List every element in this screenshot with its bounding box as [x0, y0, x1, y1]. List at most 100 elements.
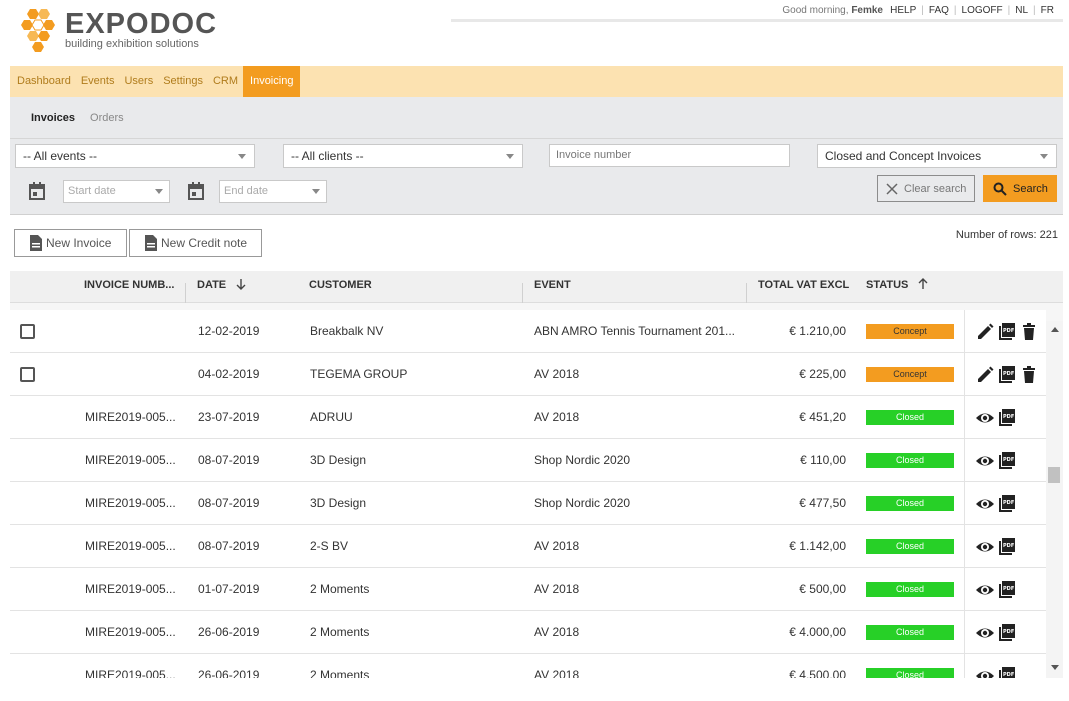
nav-invoicing[interactable]: Invoicing [243, 66, 301, 97]
eye-view-icon[interactable] [975, 666, 995, 679]
new-invoice-button[interactable]: New Invoice [14, 229, 127, 257]
scroll-up-arrow-icon[interactable] [1051, 327, 1059, 332]
pencil-edit-icon[interactable] [975, 365, 995, 385]
nav-events[interactable]: Events [76, 66, 120, 97]
pdf-icon[interactable]: PDF [997, 623, 1017, 643]
nav-dashboard[interactable]: Dashboard [10, 66, 76, 97]
event-cell: AV 2018 [534, 625, 580, 639]
honeycomb-logo-icon [21, 9, 55, 52]
eye-view-icon[interactable] [975, 537, 995, 557]
pdf-icon[interactable]: PDF [997, 666, 1017, 679]
document-icon [145, 235, 157, 251]
date-cell: 26-06-2019 [198, 625, 260, 639]
scroll-down-arrow-icon[interactable] [1051, 665, 1059, 670]
arrow-down-icon [236, 279, 246, 290]
eye-view-icon[interactable] [975, 580, 995, 600]
pdf-icon[interactable]: PDF [997, 322, 1017, 342]
table-row[interactable]: MIRE2019-005... 26-06-2019 2 Moments AV … [10, 611, 1046, 654]
status-badge: Concept [866, 367, 954, 382]
search-label: Search [1013, 182, 1048, 195]
logoff-link[interactable]: LOGOFF [957, 5, 1008, 16]
column-divider [746, 283, 747, 305]
column-divider [185, 283, 186, 305]
document-icon [30, 235, 42, 251]
invoice-table-body: 12-02-2019 Breakbalk NV ABN AMRO Tennis … [10, 310, 1046, 678]
language-nl-link[interactable]: NL [1010, 5, 1033, 16]
table-row[interactable]: MIRE2019-005... 08-07-2019 3D Design Sho… [10, 439, 1046, 482]
table-row[interactable]: MIRE2019-005... 26-06-2019 2 Moments AV … [10, 654, 1046, 678]
event-cell: ABN AMRO Tennis Tournament 201... [534, 324, 735, 338]
top-links: HELP | FAQ | LOGOFF | NL | FR [885, 5, 1059, 16]
date-cell: 04-02-2019 [198, 367, 260, 381]
invoice-number-input[interactable]: Invoice number [549, 144, 790, 167]
app-page: EXPODOC building exhibition solutions Go… [0, 0, 1069, 701]
column-invoice-number-label: INVOICE NUMB... [84, 279, 175, 291]
brand-tagline: building exhibition solutions [65, 38, 199, 50]
column-event-label: EVENT [534, 279, 571, 291]
row-checkbox[interactable] [20, 367, 35, 382]
svg-text:PDF: PDF [1003, 414, 1014, 420]
status-select-value: Closed and Concept Invoices [825, 149, 982, 163]
date-cell: 23-07-2019 [198, 410, 260, 424]
pdf-icon[interactable]: PDF [997, 494, 1017, 514]
pdf-icon[interactable]: PDF [997, 408, 1017, 428]
tab-orders[interactable]: Orders [90, 112, 124, 124]
help-link[interactable]: HELP [885, 5, 921, 16]
nav-settings[interactable]: Settings [158, 66, 208, 97]
customer-cell: TEGEMA GROUP [310, 367, 408, 381]
events-select[interactable]: -- All events -- [15, 144, 255, 168]
customer-cell: 3D Design [310, 496, 367, 510]
pdf-icon[interactable]: PDF [997, 580, 1017, 600]
table-row[interactable]: MIRE2019-005... 08-07-2019 3D Design Sho… [10, 482, 1046, 525]
date-cell: 08-07-2019 [198, 453, 260, 467]
total-cell: € 1.210,00 [789, 324, 846, 338]
end-date-input[interactable]: End date [219, 180, 327, 203]
date-cell: 26-06-2019 [198, 668, 260, 678]
trash-icon[interactable] [1019, 365, 1039, 385]
svg-text:PDF: PDF [1003, 500, 1014, 506]
status-select[interactable]: Closed and Concept Invoices [817, 144, 1057, 168]
clients-select[interactable]: -- All clients -- [283, 144, 523, 168]
table-row[interactable]: 12-02-2019 Breakbalk NV ABN AMRO Tennis … [10, 310, 1046, 353]
nav-users[interactable]: Users [119, 66, 158, 97]
eye-view-icon[interactable] [975, 623, 995, 643]
invoice-number-cell: MIRE2019-005... [85, 582, 176, 596]
trash-icon[interactable] [1019, 322, 1039, 342]
search-button[interactable]: Search [983, 175, 1057, 202]
calendar-icon[interactable] [188, 182, 204, 200]
table-row[interactable]: MIRE2019-005... 08-07-2019 2-S BV AV 201… [10, 525, 1046, 568]
event-cell: Shop Nordic 2020 [534, 496, 631, 510]
eye-view-icon[interactable] [975, 408, 995, 428]
total-cell: € 451,20 [799, 410, 846, 424]
column-invoice-number[interactable]: INVOICE NUMB... [84, 271, 186, 305]
column-customer[interactable]: CUSTOMER [309, 271, 523, 305]
clear-search-button[interactable]: Clear search [877, 175, 975, 202]
invoice-number-cell: MIRE2019-005... [85, 496, 176, 510]
tab-invoices[interactable]: Invoices [31, 112, 75, 124]
column-status[interactable]: STATUS [866, 271, 966, 303]
pdf-icon[interactable]: PDF [997, 537, 1017, 557]
pencil-edit-icon[interactable] [975, 322, 995, 342]
start-date-input[interactable]: Start date [63, 180, 170, 203]
new-credit-note-button[interactable]: New Credit note [129, 229, 262, 257]
scroll-thumb[interactable] [1048, 467, 1060, 483]
pdf-icon[interactable]: PDF [997, 365, 1017, 385]
eye-view-icon[interactable] [975, 451, 995, 471]
invoice-number-cell: MIRE2019-005... [85, 625, 176, 639]
row-actions: PDF [964, 654, 1046, 678]
nav-crm[interactable]: CRM [208, 66, 243, 97]
column-event[interactable]: EVENT [534, 271, 747, 305]
calendar-icon[interactable] [29, 182, 45, 200]
expodoc-logo[interactable]: EXPODOC building exhibition solutions [16, 6, 216, 54]
main-nav: Dashboard Events Users Settings CRM Invo… [10, 66, 1063, 97]
table-scrollbar[interactable] [1046, 321, 1063, 678]
table-row[interactable]: MIRE2019-005... 01-07-2019 2 Moments AV … [10, 568, 1046, 611]
column-total[interactable]: TOTAL VAT EXCL [758, 271, 854, 303]
table-row[interactable]: MIRE2019-005... 23-07-2019 ADRUU AV 2018… [10, 396, 1046, 439]
table-row[interactable]: 04-02-2019 TEGEMA GROUP AV 2018 € 225,00… [10, 353, 1046, 396]
faq-link[interactable]: FAQ [924, 5, 954, 16]
row-checkbox[interactable] [20, 324, 35, 339]
language-fr-link[interactable]: FR [1036, 5, 1059, 16]
pdf-icon[interactable]: PDF [997, 451, 1017, 471]
eye-view-icon[interactable] [975, 494, 995, 514]
